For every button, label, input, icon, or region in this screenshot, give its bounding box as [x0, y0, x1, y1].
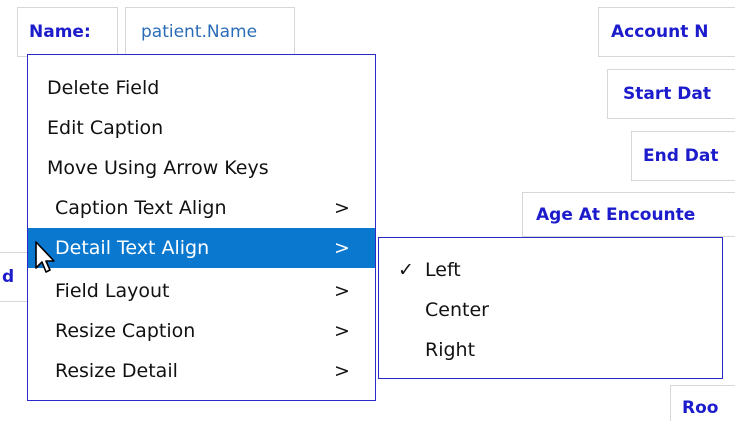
name-caption: Name:: [29, 22, 91, 42]
menu-item-resize-detail[interactable]: Resize Detail >: [28, 351, 375, 391]
menu-item-delete-field[interactable]: Delete Field: [28, 68, 375, 108]
end-date-caption: End Dat: [643, 146, 719, 166]
submenu-item-right[interactable]: Right: [379, 330, 722, 370]
name-caption-field[interactable]: Name:: [17, 7, 118, 57]
end-date-caption-field[interactable]: End Dat: [631, 131, 735, 181]
start-date-caption-field[interactable]: Start Dat: [607, 69, 735, 119]
menu-item-field-layout[interactable]: Field Layout >: [28, 271, 375, 311]
menu-item-label: Resize Detail: [55, 360, 178, 382]
menu-item-caption-text-align[interactable]: Caption Text Align >: [28, 188, 375, 228]
detail-text-align-submenu: ✓ Left Center Right: [378, 237, 723, 379]
submenu-arrow-icon: >: [334, 360, 350, 382]
account-caption: Account N: [611, 22, 709, 42]
room-caption: Roo: [682, 397, 719, 418]
menu-item-label: Resize Caption: [55, 320, 196, 342]
submenu-item-left[interactable]: ✓ Left: [379, 250, 722, 290]
mouse-pointer-icon: [35, 241, 55, 273]
checkmark-icon: ✓: [398, 259, 414, 281]
submenu-arrow-icon: >: [334, 320, 350, 342]
menu-item-label: Delete Field: [47, 77, 160, 99]
menu-item-label: Field Layout: [55, 280, 170, 302]
menu-item-label: Move Using Arrow Keys: [47, 157, 269, 179]
submenu-arrow-icon: >: [334, 237, 350, 259]
menu-item-move-using-arrow-keys[interactable]: Move Using Arrow Keys: [28, 148, 375, 188]
submenu-item-label: Left: [425, 259, 461, 281]
submenu-item-center[interactable]: Center: [379, 290, 722, 330]
submenu-arrow-icon: >: [334, 280, 350, 302]
menu-item-resize-caption[interactable]: Resize Caption >: [28, 311, 375, 351]
room-caption-field[interactable]: Roo: [670, 385, 735, 421]
age-at-encounter-caption-field[interactable]: Age At Encounte: [522, 192, 735, 237]
name-detail: patient.Name: [141, 22, 258, 42]
partial-field-caption: d: [2, 267, 15, 287]
name-detail-field[interactable]: patient.Name: [125, 7, 295, 57]
submenu-item-label: Right: [425, 339, 476, 361]
context-menu: Delete Field Edit Caption Move Using Arr…: [27, 54, 376, 401]
age-at-encounter-caption: Age At Encounte: [536, 204, 696, 225]
submenu-arrow-icon: >: [334, 197, 350, 219]
menu-item-edit-caption[interactable]: Edit Caption: [28, 108, 375, 148]
menu-item-label: Edit Caption: [47, 117, 164, 139]
form-designer-canvas: Name: patient.Name Account N Start Dat E…: [0, 0, 735, 421]
menu-item-label: Detail Text Align: [55, 237, 210, 259]
menu-item-label: Caption Text Align: [55, 197, 227, 219]
account-caption-field[interactable]: Account N: [598, 7, 735, 57]
menu-item-detail-text-align[interactable]: Detail Text Align >: [28, 228, 375, 268]
submenu-item-label: Center: [425, 299, 489, 321]
start-date-caption: Start Dat: [623, 84, 711, 104]
